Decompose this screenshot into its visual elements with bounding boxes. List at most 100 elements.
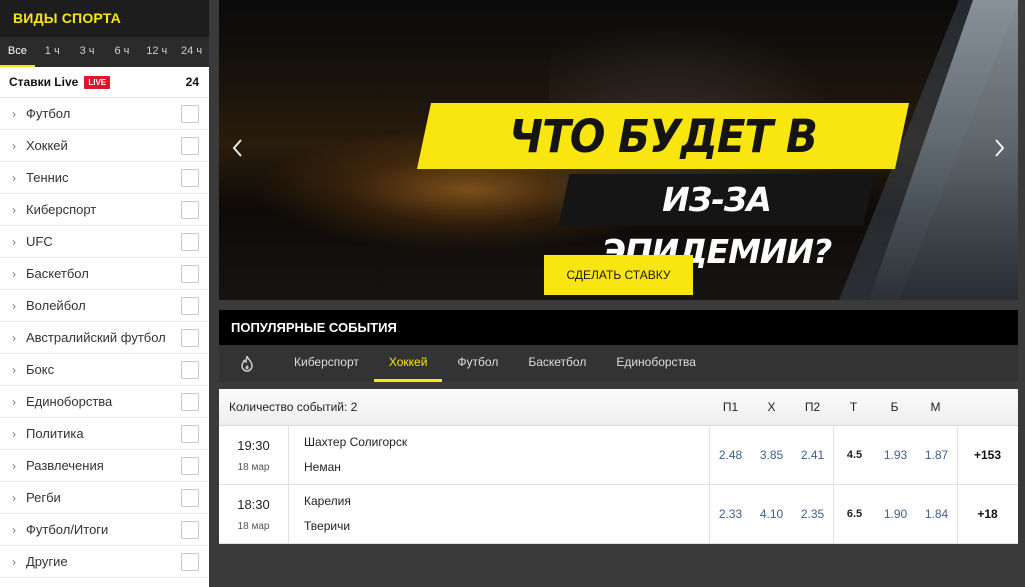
chevron-right-icon: › — [12, 426, 16, 441]
sport-checkbox[interactable] — [181, 104, 199, 123]
sport-checkbox[interactable] — [181, 456, 199, 475]
column-header-x: Х — [767, 400, 776, 414]
popular-events-tabs: Киберспорт Хоккей Футбол Баскетбол Едино… — [219, 345, 1018, 382]
chevron-left-icon[interactable] — [231, 138, 243, 164]
sport-checkbox[interactable] — [181, 328, 199, 347]
sidebar-item-volleyball[interactable]: › Волейбол — [0, 290, 209, 322]
sidebar-item-basketball[interactable]: › Баскетбол — [0, 258, 209, 290]
sport-checkbox[interactable] — [181, 296, 199, 315]
event-time: 19:30 — [237, 437, 270, 453]
home-team[interactable]: Шахтер Солигорск — [304, 430, 709, 455]
banner-title: ЧТО БУДЕТ В МОСКВЕ — [509, 110, 818, 226]
event-odds: 2.33 4.10 2.35 6.5 1.90 1.84 +18 — [710, 485, 1017, 543]
sport-checkbox[interactable] — [181, 360, 199, 379]
event-date: 18 мар — [237, 461, 270, 473]
chevron-right-icon: › — [12, 202, 16, 217]
odd-under[interactable]: 1.84 — [916, 507, 957, 521]
live-bets-item[interactable]: Ставки Live LIVE 24 — [0, 67, 209, 98]
odd-p2[interactable]: 2.41 — [792, 448, 833, 462]
tab-football[interactable]: Футбол — [442, 345, 513, 382]
time-filter-1h[interactable]: 1 ч — [35, 37, 70, 67]
sidebar-item-label: Баскетбол — [26, 266, 89, 281]
fire-icon[interactable] — [237, 345, 257, 382]
sidebar-item-boxing[interactable]: › Бокс — [0, 354, 209, 386]
column-header-over: Б — [890, 400, 899, 414]
time-filter-bar: Все 1 ч 3 ч 6 ч 12 ч 24 ч — [0, 37, 209, 67]
odd-over[interactable]: 1.93 — [875, 448, 916, 462]
sidebar-item-politics[interactable]: › Политика — [0, 418, 209, 450]
sport-checkbox[interactable] — [181, 392, 199, 411]
place-bet-button[interactable]: СДЕЛАТЬ СТАВКУ — [544, 255, 693, 295]
home-team[interactable]: Карелия — [304, 489, 709, 514]
live-bets-label: Ставки Live — [9, 75, 79, 89]
time-filter-24h[interactable]: 24 ч — [174, 37, 209, 67]
sidebar-item-label: Другие — [26, 554, 68, 569]
sidebar-item-label: Футбол — [26, 106, 71, 121]
sport-checkbox[interactable] — [181, 552, 199, 571]
sidebar-item-aussie-football[interactable]: › Австралийский футбол — [0, 322, 209, 354]
sport-checkbox[interactable] — [181, 264, 199, 283]
sidebar-item-rugby[interactable]: › Регби — [0, 482, 209, 514]
away-team[interactable]: Неман — [304, 455, 709, 480]
sidebar-item-label: Единоборства — [26, 394, 113, 409]
sport-checkbox[interactable] — [181, 520, 199, 539]
sidebar-item-ufc[interactable]: › UFC — [0, 226, 209, 258]
odd-p1[interactable]: 2.48 — [710, 448, 751, 462]
sidebar-item-label: Регби — [26, 490, 61, 505]
time-filter-3h[interactable]: 3 ч — [70, 37, 105, 67]
chevron-right-icon[interactable] — [994, 138, 1006, 164]
time-filter-12h[interactable]: 12 ч — [139, 37, 174, 67]
odd-over[interactable]: 1.90 — [875, 507, 916, 521]
chevron-right-icon: › — [12, 330, 16, 345]
column-header-under: М — [930, 400, 941, 414]
chevron-right-icon: › — [12, 170, 16, 185]
table-row: 18:30 18 мар Карелия Тверичи 2.33 4.10 2… — [219, 485, 1018, 544]
sidebar-item-martial-arts[interactable]: › Единоборства — [0, 386, 209, 418]
column-header-p2: П2 — [804, 400, 821, 414]
event-time: 18:30 — [237, 496, 270, 512]
event-teams-cell: Шахтер Солигорск Неман — [289, 426, 710, 484]
away-team[interactable]: Тверичи — [304, 514, 709, 539]
time-filter-all[interactable]: Все — [0, 37, 35, 67]
events-table-header: Количество событий: 2 П1 Х П2 Т Б М — [219, 389, 1018, 426]
column-header-p1: П1 — [722, 400, 739, 414]
sidebar-item-entertainment[interactable]: › Развлечения — [0, 450, 209, 482]
tab-martial-arts[interactable]: Единоборства — [601, 345, 711, 382]
table-row: 19:30 18 мар Шахтер Солигорск Неман 2.48… — [219, 426, 1018, 485]
sports-sidebar: ВИДЫ СПОРТА Все 1 ч 3 ч 6 ч 12 ч 24 ч Ст… — [0, 0, 209, 587]
tab-hockey[interactable]: Хоккей — [373, 345, 443, 382]
more-markets-button[interactable]: +153 — [958, 448, 1017, 462]
sport-checkbox[interactable] — [181, 136, 199, 155]
sport-checkbox[interactable] — [181, 200, 199, 219]
event-time-cell: 19:30 18 мар — [219, 426, 289, 484]
sidebar-item-football-results[interactable]: › Футбол/Итоги — [0, 514, 209, 546]
sidebar-item-hockey[interactable]: › Хоккей — [0, 130, 209, 162]
odd-under[interactable]: 1.87 — [916, 448, 957, 462]
sidebar-item-other[interactable]: › Другие — [0, 546, 209, 578]
column-header-total: Т — [849, 400, 858, 414]
sport-checkbox[interactable] — [181, 232, 199, 251]
sport-checkbox[interactable] — [181, 168, 199, 187]
sidebar-title: ВИДЫ СПОРТА — [0, 0, 209, 37]
odd-p1[interactable]: 2.33 — [710, 507, 751, 521]
time-filter-6h[interactable]: 6 ч — [104, 37, 139, 67]
sport-list: › Футбол › Хоккей › Теннис › Киберспорт › UFC… — [0, 98, 209, 578]
odd-p2[interactable]: 2.35 — [792, 507, 833, 521]
sidebar-item-football[interactable]: › Футбол — [0, 98, 209, 130]
promo-banner[interactable]: ЧТО БУДЕТ В МОСКВЕ ИЗ-ЗА ЭПИДЕМИИ? СДЕЛА… — [219, 0, 1018, 300]
sidebar-item-esports[interactable]: › Киберспорт — [0, 194, 209, 226]
odd-x[interactable]: 4.10 — [751, 507, 792, 521]
popular-events-title: ПОПУЛЯРНЫЕ СОБЫТИЯ — [219, 310, 1018, 345]
sidebar-item-label: Киберспорт — [26, 202, 97, 217]
sport-checkbox[interactable] — [181, 424, 199, 443]
odd-x[interactable]: 3.85 — [751, 448, 792, 462]
tab-basketball[interactable]: Баскетбол — [513, 345, 601, 382]
sidebar-item-label: Австралийский футбол — [26, 330, 166, 345]
more-markets-button[interactable]: +18 — [958, 507, 1017, 521]
chevron-right-icon: › — [12, 298, 16, 313]
popular-events: ПОПУЛЯРНЫЕ СОБЫТИЯ Киберспорт Хоккей Фут… — [219, 310, 1018, 544]
sport-checkbox[interactable] — [181, 488, 199, 507]
sidebar-item-tennis[interactable]: › Теннис — [0, 162, 209, 194]
chevron-right-icon: › — [12, 266, 16, 281]
tab-esports[interactable]: Киберспорт — [279, 345, 374, 382]
